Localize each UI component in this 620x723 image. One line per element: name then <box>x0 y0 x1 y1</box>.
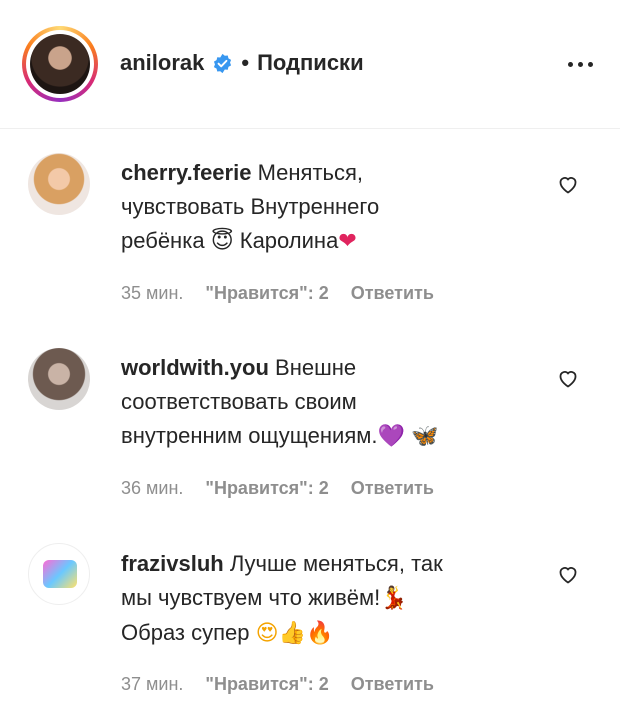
comment-meta: 37 мин. "Нравится": 2 Ответить <box>121 674 434 695</box>
emoji: 😇 <box>210 229 234 254</box>
comment-likes[interactable]: "Нравится": 2 <box>205 674 328 695</box>
commenter-avatar[interactable] <box>28 543 90 605</box>
following-button[interactable]: Подписки <box>257 50 364 76</box>
header-username[interactable]: anilorak <box>120 50 204 76</box>
comment-line: Образ супер <box>121 620 250 645</box>
comment-text: worldwith.you Внешне соответствовать сво… <box>121 351 521 454</box>
heart-like-icon[interactable] <box>556 562 580 586</box>
comment-likes[interactable]: "Нравится": 2 <box>205 283 328 304</box>
comment-line: Внешне <box>275 355 357 380</box>
comment-time[interactable]: 37 мин. <box>121 674 183 695</box>
verified-badge-icon <box>214 53 232 73</box>
comment-text: cherry.feerie Меняться, чувствовать Внут… <box>121 156 521 259</box>
reply-button[interactable]: Ответить <box>351 674 434 695</box>
emoji: 😍👍🔥 <box>255 621 334 646</box>
emoji: ❤ <box>338 229 357 254</box>
comment-text: frazivsluh Лучше меняться, так мы чувств… <box>121 547 521 651</box>
comment-meta: 35 мин. "Нравится": 2 Ответить <box>121 283 434 304</box>
commenter-avatar[interactable] <box>28 348 90 410</box>
comment-line: внутренним ощущениям. <box>121 423 378 448</box>
comment-line: чувствовать Внутреннего <box>121 194 380 219</box>
reply-button[interactable]: Ответить <box>351 478 434 499</box>
emoji: 💜 <box>377 424 405 449</box>
comment-line: Каролина <box>239 228 339 253</box>
comment-line: ребёнка <box>121 228 205 253</box>
commenter-username[interactable]: cherry.feerie <box>121 160 251 185</box>
separator-dot: • <box>241 50 250 75</box>
comment-line: соответствовать своим <box>121 389 357 414</box>
comment-line: Лучше меняться, так <box>229 551 443 576</box>
comment-meta: 36 мин. "Нравится": 2 Ответить <box>121 478 434 499</box>
comment-likes[interactable]: "Нравится": 2 <box>205 478 328 499</box>
commenter-username[interactable]: worldwith.you <box>121 355 269 380</box>
post-header: anilorak • Подписки <box>0 0 620 129</box>
more-options-icon[interactable] <box>562 54 598 74</box>
reply-button[interactable]: Ответить <box>351 283 434 304</box>
comment-time[interactable]: 36 мин. <box>121 478 183 499</box>
comment-line: Меняться, <box>257 160 364 185</box>
emoji: 🦋 <box>411 424 439 449</box>
commenter-avatar[interactable] <box>28 153 90 215</box>
comment-time[interactable]: 35 мин. <box>121 283 183 304</box>
heart-like-icon[interactable] <box>556 172 580 196</box>
heart-like-icon[interactable] <box>556 366 580 390</box>
commenter-username[interactable]: frazivsluh <box>121 551 224 576</box>
profile-avatar[interactable] <box>22 26 98 102</box>
comment-line: мы чувствуем что живём! <box>121 585 381 610</box>
emoji: 💃 <box>380 586 408 611</box>
header-row: anilorak • Подписки <box>120 46 364 80</box>
